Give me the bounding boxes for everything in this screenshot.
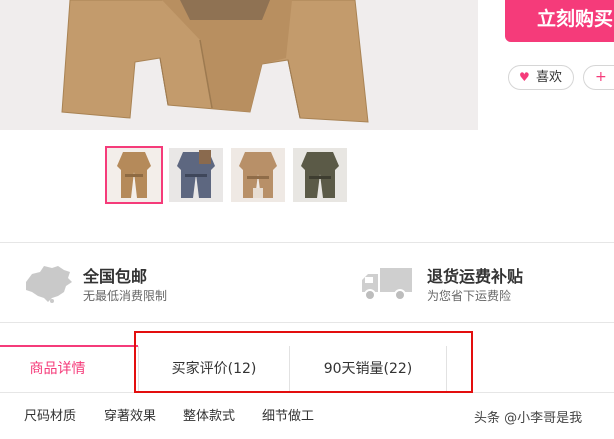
add-button[interactable]: +: [583, 65, 614, 90]
buy-now-button[interactable]: 立刻购买: [505, 0, 614, 42]
thumbnail-3[interactable]: [231, 148, 285, 202]
service-title-free-shipping: 全国包邮: [83, 267, 148, 286]
watermark: 头条 @小李哥是我: [474, 411, 583, 426]
thumbnail-1[interactable]: [105, 146, 163, 204]
divider: [0, 322, 614, 323]
thumbnail-2[interactable]: [169, 148, 223, 202]
service-title-return-subsidy: 退货运费补贴: [427, 267, 524, 286]
main-product-image: [0, 0, 478, 130]
red-highlight-box: [134, 331, 473, 393]
heart-icon: ♥: [519, 70, 530, 84]
china-map-icon: [22, 264, 74, 308]
tab-product-details[interactable]: 商品详情: [0, 346, 115, 392]
service-subtitle-return-subsidy: 为您省下运费险: [427, 289, 512, 303]
service-subtitle-free-shipping: 无最低消费限制: [83, 289, 168, 303]
like-button[interactable]: ♥ 喜欢: [508, 65, 574, 90]
subtab-wearing-effect[interactable]: 穿著效果: [104, 405, 156, 424]
subtab-overall-style[interactable]: 整体款式: [183, 405, 235, 424]
like-label: 喜欢: [536, 70, 563, 85]
subtab-detail-craft[interactable]: 细节做工: [262, 405, 314, 424]
thumbnail-4[interactable]: [293, 148, 347, 202]
subtab-size-material[interactable]: 尺码材质: [24, 405, 76, 424]
divider: [0, 242, 614, 243]
delivery-truck-icon: [360, 266, 414, 306]
